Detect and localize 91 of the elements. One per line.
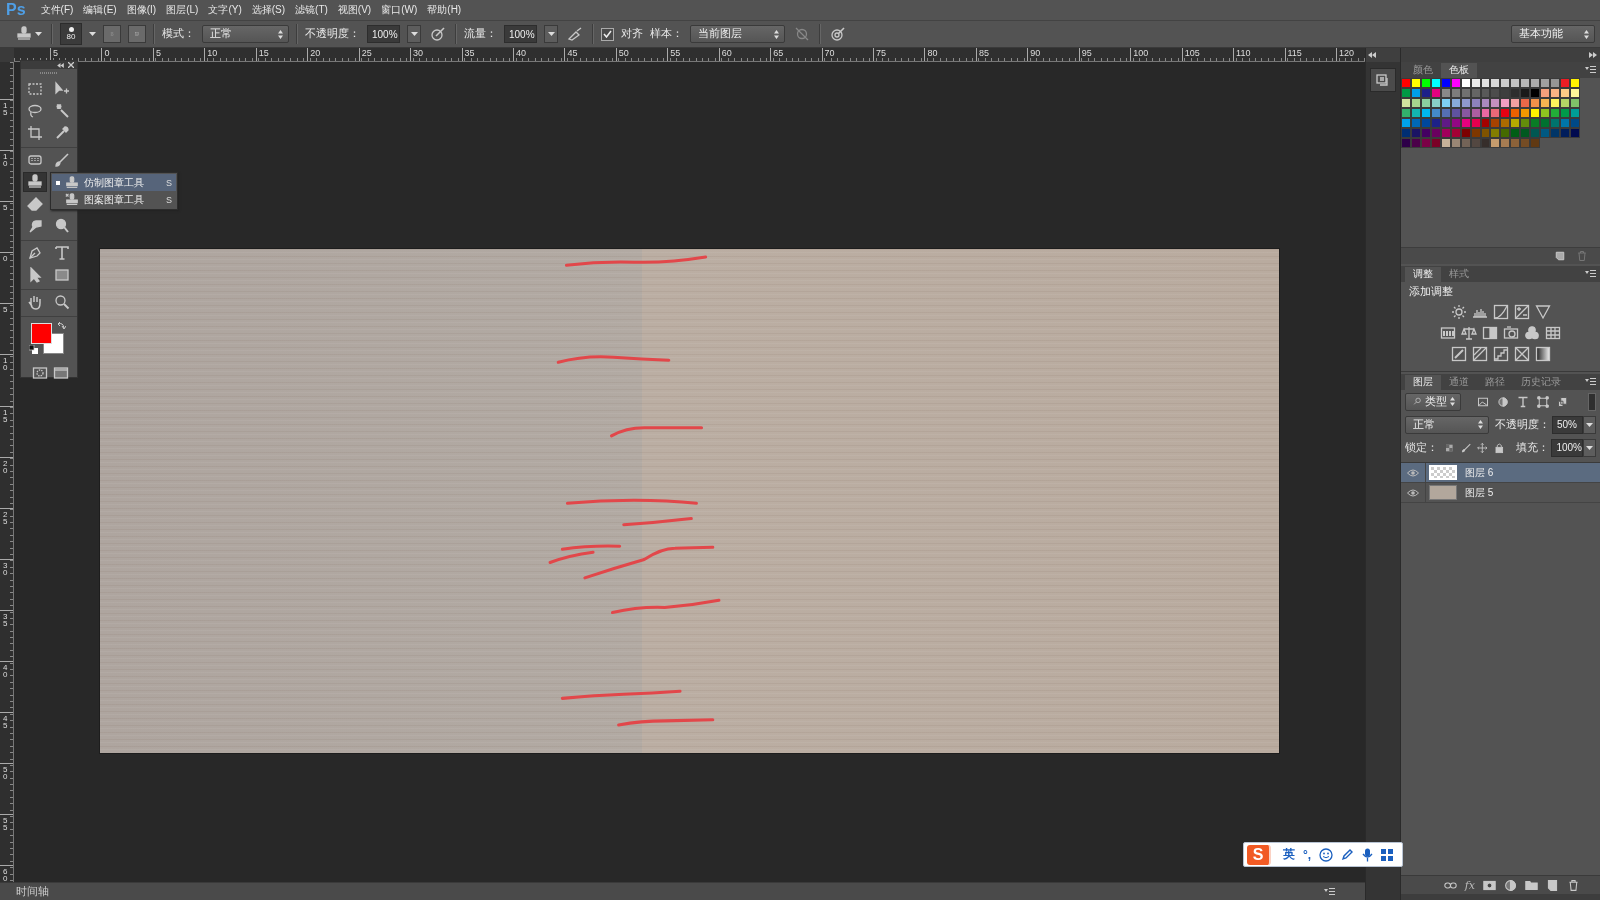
workspace-dropdown[interactable]: 基本功能 <box>1511 25 1595 43</box>
flow-label: 流量： <box>464 27 497 41</box>
ruler-label: 35 <box>2 610 9 627</box>
layer-filter-dropdown[interactable]: 类型 <box>1405 392 1461 411</box>
timeline-tab[interactable]: 时间轴 <box>16 884 49 899</box>
ruler-label: 20 <box>2 457 9 474</box>
layer-opacity-label: 不透明度： <box>1494 417 1550 432</box>
adjustments-heading: 添加调整 <box>1409 285 1454 299</box>
ruler-label: 110 <box>1236 48 1251 58</box>
ruler-label: 80 <box>927 48 938 58</box>
mode-label: 模式： <box>162 27 195 41</box>
panel-tab[interactable]: 路径 <box>1477 375 1513 390</box>
sample-label: 样本： <box>650 27 683 41</box>
layer-row[interactable]: 图层 6 <box>1401 463 1600 483</box>
menu-item[interactable]: 图像(I) <box>121 3 162 17</box>
ruler-label: 0 <box>2 253 9 263</box>
ruler-label: 0 <box>104 48 110 58</box>
ruler-label: 75 <box>876 48 886 58</box>
ruler-label: 10 <box>2 355 9 372</box>
panel-tab[interactable]: 图层 <box>1405 375 1441 390</box>
menu-item[interactable]: 文件(F) <box>35 3 79 17</box>
language-mode-button[interactable]: 英 <box>1279 846 1295 863</box>
menu-item[interactable]: 窗口(W) <box>376 3 423 17</box>
ruler-label: 100 <box>1133 48 1149 58</box>
ruler-label: 10 <box>207 48 218 58</box>
sample-dropdown[interactable]: 当前图层 <box>690 25 785 43</box>
ruler-label: 115 <box>1287 48 1302 58</box>
ruler-label: 25 <box>2 508 9 525</box>
ruler-label: 15 <box>258 48 269 58</box>
app-logo: Ps <box>5 1 27 19</box>
ruler-label: 60 <box>721 48 732 58</box>
layer-row[interactable]: 图层 5 <box>1401 483 1600 503</box>
fill-label: 填充： <box>1516 440 1550 455</box>
layer-style-button[interactable]: fx <box>1464 878 1475 892</box>
mode-dropdown[interactable]: 正常 <box>202 25 289 43</box>
ruler-label: 15 <box>2 406 9 423</box>
align-label: 对齐 <box>621 27 643 41</box>
opacity-label: 不透明度： <box>305 27 360 41</box>
punctuation-button[interactable]: °, <box>1303 847 1312 862</box>
ruler-label: 85 <box>978 48 989 58</box>
ruler-label: 55 <box>670 48 681 58</box>
panel-tab[interactable]: 历史记录 <box>1513 375 1569 390</box>
ruler-label: 120 <box>1338 48 1354 58</box>
ruler-label: 5 <box>2 304 9 314</box>
ruler-label: 35 <box>464 48 475 58</box>
ruler-label: 10 <box>2 151 9 168</box>
blend-mode-dropdown[interactable]: 正常 <box>1405 415 1489 434</box>
panel-tab[interactable]: 色板 <box>1441 63 1477 78</box>
panel-tab[interactable]: 调整 <box>1405 267 1441 282</box>
flyout-menu-item[interactable]: 仿制图章工具 S <box>52 174 176 191</box>
opacity-field[interactable]: 100% <box>367 25 400 43</box>
menu-item[interactable]: 图层(L) <box>161 3 204 17</box>
panel-tab[interactable]: 通道 <box>1441 375 1477 390</box>
ruler-label: 5 <box>155 48 161 58</box>
menu-item[interactable]: 帮助(H) <box>422 3 467 17</box>
menu-item[interactable]: 滤镜(T) <box>290 3 333 17</box>
ruler-label: 55 <box>2 815 9 832</box>
flow-field[interactable]: 100% <box>504 25 537 43</box>
ruler-label: 5 <box>2 202 9 212</box>
layer-opacity-field[interactable]: 50% <box>1551 415 1583 434</box>
fill-field[interactable]: 100% <box>1551 438 1584 457</box>
ruler-label: 25 <box>361 48 372 58</box>
panel-tab[interactable]: 样式 <box>1441 267 1477 282</box>
ruler-label: 50 <box>618 48 629 58</box>
input-method-logo: S <box>1247 844 1271 865</box>
ruler-label: 50 <box>2 764 9 781</box>
menu-item[interactable]: 编辑(E) <box>78 3 122 17</box>
ruler-label: 40 <box>2 662 9 679</box>
ruler-label: 40 <box>515 48 526 58</box>
ruler-label: 65 <box>773 48 784 58</box>
ruler-label: 45 <box>567 48 578 58</box>
panel-tab[interactable]: 颜色 <box>1405 63 1441 78</box>
ruler-label: 5 <box>53 48 58 58</box>
ruler-label: 15 <box>2 100 9 116</box>
ruler-label: 30 <box>2 559 9 576</box>
flyout-menu-item[interactable]: 图案图章工具 S <box>52 191 176 208</box>
ruler-label: 95 <box>1081 48 1092 58</box>
menu-item[interactable]: 选择(S) <box>246 3 291 17</box>
menu-item[interactable]: 视图(V) <box>332 3 377 17</box>
ruler-label: 45 <box>2 713 9 730</box>
layer-name: 图层 6 <box>1465 465 1494 480</box>
ruler-label: 30 <box>413 48 424 58</box>
ruler-label: 105 <box>1184 48 1200 58</box>
brush-preset-picker[interactable]: 80 <box>60 23 82 45</box>
layer-name: 图层 5 <box>1465 485 1494 500</box>
lock-label: 锁定： <box>1405 440 1438 455</box>
ruler-label: 70 <box>824 48 835 58</box>
ruler-label: 90 <box>1030 48 1041 58</box>
menu-item[interactable]: 文字(Y) <box>203 3 247 17</box>
ruler-label: 20 <box>310 48 321 58</box>
ruler-label: 60 <box>2 866 9 882</box>
